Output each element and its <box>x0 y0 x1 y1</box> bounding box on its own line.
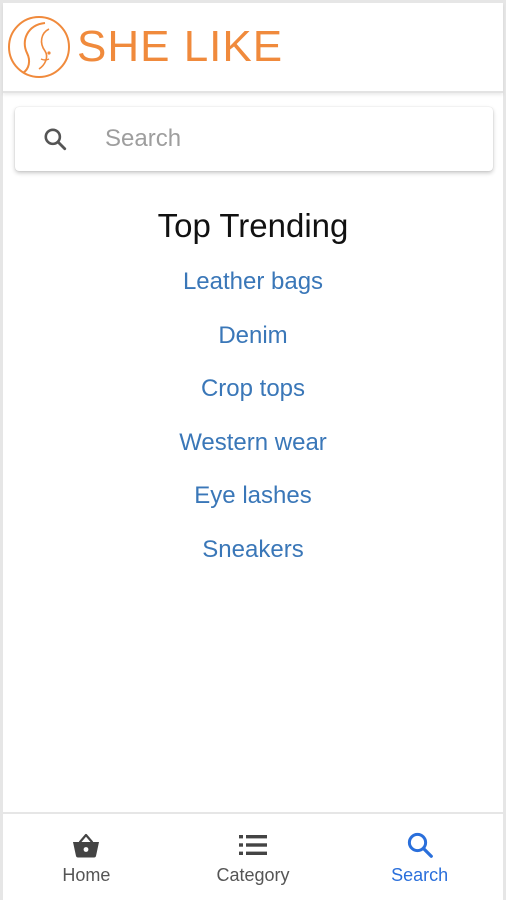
nav-category[interactable]: Category <box>170 814 337 900</box>
search-bar[interactable] <box>15 107 493 171</box>
search-icon <box>404 829 436 861</box>
woman-face-logo-icon[interactable] <box>5 13 73 81</box>
trending-list: Leather bags Denim Crop tops Western wea… <box>3 267 503 588</box>
nav-label-home: Home <box>62 864 111 885</box>
bottom-navigation: Home Category Search <box>3 812 503 900</box>
brand-name: SHE LIKE <box>77 22 284 71</box>
nav-home[interactable]: Home <box>3 814 170 900</box>
nav-search[interactable]: Search <box>336 814 503 900</box>
app-header: SHE LIKE <box>3 3 503 93</box>
trending-item-leather-bags[interactable]: Leather bags <box>3 267 503 321</box>
trending-item-western-wear[interactable]: Western wear <box>3 428 503 482</box>
section-title: Top Trending <box>157 207 349 244</box>
trending-item-crop-tops[interactable]: Crop tops <box>3 374 503 428</box>
basket-icon <box>70 829 102 861</box>
trending-item-eye-lashes[interactable]: Eye lashes <box>3 481 503 535</box>
trending-item-denim[interactable]: Denim <box>3 321 503 375</box>
nav-label-search: Search <box>391 864 449 885</box>
top-trending-section: Top Trending Leather bags Denim Crop top… <box>3 207 503 588</box>
search-input[interactable] <box>103 124 447 154</box>
list-icon <box>237 829 269 861</box>
trending-item-sneakers[interactable]: Sneakers <box>3 535 503 589</box>
app-frame: SHE LIKE Top Trending Leather bags Denim… <box>0 0 506 900</box>
nav-label-category: Category <box>216 864 290 885</box>
search-icon <box>41 125 69 153</box>
